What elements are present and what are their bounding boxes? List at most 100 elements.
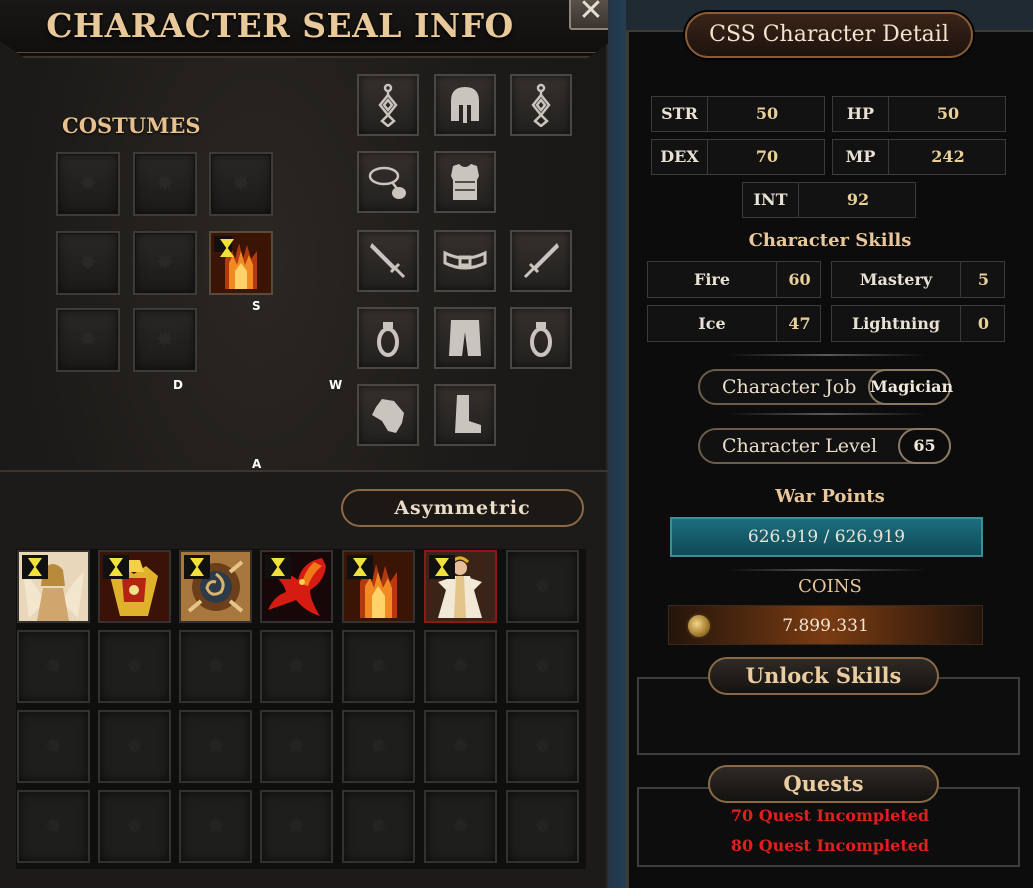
- inventory-slot[interactable]: ✸: [342, 790, 415, 863]
- costume-slot-equipped[interactable]: [209, 231, 273, 295]
- ring-right-slot[interactable]: [510, 307, 572, 369]
- belt-slot[interactable]: [434, 230, 496, 292]
- weapon-right-slot[interactable]: [510, 230, 572, 292]
- necklace-slot[interactable]: [357, 151, 419, 213]
- coins-bar: 7.899.331: [668, 605, 983, 645]
- sword-icon: [370, 243, 406, 279]
- hourglass-icon: [184, 555, 210, 579]
- skill-fire: Fire 60: [647, 261, 821, 298]
- stat-label: STR: [652, 97, 708, 131]
- gloves-slot[interactable]: [357, 384, 419, 446]
- asymmetric-button[interactable]: Asymmetric: [341, 489, 584, 527]
- skill-label: Mastery: [832, 262, 961, 297]
- costume-slot[interactable]: ✸: [133, 231, 197, 295]
- inventory-slot[interactable]: ✸: [424, 710, 497, 783]
- inventory-slot[interactable]: [17, 550, 90, 623]
- inventory-slot[interactable]: [424, 550, 497, 623]
- hourglass-icon: [103, 555, 129, 579]
- inventory-slot[interactable]: ✸: [179, 630, 252, 703]
- separator: [727, 354, 927, 356]
- separator: [727, 569, 927, 571]
- inventory-slot[interactable]: ✸: [179, 790, 252, 863]
- empty-slot-icon: ✸: [287, 654, 306, 679]
- boot-icon: [455, 395, 481, 433]
- inventory-slot[interactable]: ✸: [17, 790, 90, 863]
- panel-title: CHARACTER SEAL INFO: [46, 6, 514, 45]
- costume-slot[interactable]: ✸: [133, 308, 197, 372]
- empty-slot-icon: ✸: [44, 654, 63, 679]
- pants-icon: [449, 320, 481, 356]
- skill-label: Fire: [648, 262, 777, 297]
- empty-slot-icon: ✸: [369, 814, 388, 839]
- costume-slot[interactable]: ✸: [209, 152, 273, 216]
- inventory-slot[interactable]: ✸: [260, 790, 333, 863]
- skill-mastery: Mastery 5: [831, 261, 1005, 298]
- unlock-skills-title[interactable]: Unlock Skills: [708, 657, 939, 695]
- character-level-pill: Character Level 65: [698, 428, 951, 464]
- weapon-left-slot[interactable]: [357, 230, 419, 292]
- inventory-slot[interactable]: [98, 550, 171, 623]
- empty-slot-icon: ✸: [78, 171, 98, 197]
- necklace-icon: [368, 166, 406, 199]
- quest-item: 70 Quest Incompleted: [730, 806, 930, 825]
- close-button[interactable]: ✕: [569, 0, 613, 30]
- costume-slot[interactable]: ✸: [56, 231, 120, 295]
- skills-title: Character Skills: [748, 230, 912, 251]
- inventory-slot[interactable]: ✸: [17, 630, 90, 703]
- empty-slot-icon: ✸: [451, 734, 470, 759]
- hourglass-icon: [265, 555, 291, 579]
- empty-slot-icon: ✸: [287, 814, 306, 839]
- inventory-slot[interactable]: ✸: [179, 710, 252, 783]
- costume-slot[interactable]: ✸: [56, 152, 120, 216]
- costume-slot[interactable]: ✸: [56, 308, 120, 372]
- inventory-slot[interactable]: ✸: [424, 630, 497, 703]
- empty-slot-icon: ✸: [206, 814, 225, 839]
- inventory-slot[interactable]: ✸: [98, 630, 171, 703]
- empty-slot-icon: ✸: [369, 734, 388, 759]
- inventory-slot[interactable]: ✸: [424, 790, 497, 863]
- empty-slot-icon: ✸: [231, 171, 251, 197]
- stat-dex: DEX 70: [651, 139, 825, 175]
- inventory-slot[interactable]: ✸: [342, 630, 415, 703]
- ring-left-slot[interactable]: [357, 307, 419, 369]
- stat-value: 70: [755, 147, 779, 166]
- inventory-slot[interactable]: ✸: [17, 710, 90, 783]
- inventory-slot[interactable]: ✸: [98, 790, 171, 863]
- inventory-slot[interactable]: ✸: [260, 710, 333, 783]
- stat-label: DEX: [652, 140, 708, 174]
- inventory-slot[interactable]: ✸: [506, 790, 579, 863]
- key-label-d: D: [173, 378, 183, 392]
- stat-label: INT: [743, 183, 799, 217]
- boots-slot[interactable]: [434, 384, 496, 446]
- earring-right-slot[interactable]: [510, 74, 572, 136]
- inventory-slot[interactable]: [342, 550, 415, 623]
- inventory-slot[interactable]: ✸: [506, 630, 579, 703]
- inventory-slot[interactable]: ✸: [98, 710, 171, 783]
- inventory-slot[interactable]: ✸: [506, 550, 579, 623]
- sword-icon: [523, 243, 559, 279]
- skill-value: 5: [977, 270, 990, 289]
- inventory-slot[interactable]: ✸: [342, 710, 415, 783]
- stat-value: 50: [755, 104, 779, 123]
- quests-title[interactable]: Quests: [708, 765, 939, 803]
- empty-slot-icon: ✸: [287, 734, 306, 759]
- pants-slot[interactable]: [434, 307, 496, 369]
- stat-label: HP: [833, 97, 889, 131]
- helmet-slot[interactable]: [434, 74, 496, 136]
- helmet-icon: [451, 87, 479, 123]
- inventory-slot[interactable]: ✸: [506, 710, 579, 783]
- skill-value: 60: [788, 270, 811, 289]
- skill-lightning: Lightning 0: [831, 305, 1005, 342]
- inventory-slot[interactable]: ✸: [260, 630, 333, 703]
- empty-slot-icon: ✸: [533, 574, 552, 599]
- earring-icon: [378, 83, 398, 127]
- belt-icon: [443, 250, 487, 270]
- armor-slot[interactable]: [434, 151, 496, 213]
- costume-slot[interactable]: ✸: [133, 152, 197, 216]
- earring-left-slot[interactable]: [357, 74, 419, 136]
- empty-slot-icon: ✸: [125, 654, 144, 679]
- inventory-slot[interactable]: [179, 550, 252, 623]
- empty-slot-icon: ✸: [78, 327, 98, 353]
- inventory-slot[interactable]: [260, 550, 333, 623]
- empty-slot-icon: ✸: [206, 734, 225, 759]
